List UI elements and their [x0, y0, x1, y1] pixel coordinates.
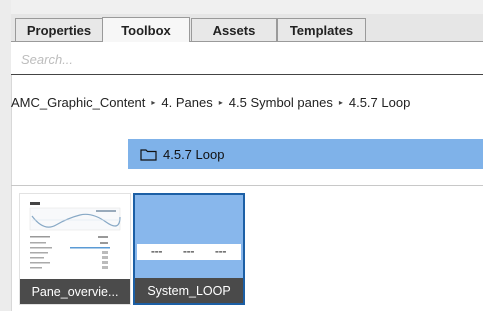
folder-item-loop[interactable]: 4.5.7 Loop: [128, 139, 483, 169]
asset-tile-pane-overview[interactable]: Pane_overvie...: [19, 193, 131, 305]
thumbnail-mark: ▬▬▬: [215, 249, 227, 254]
breadcrumb-item-loop[interactable]: 4.5.7 Loop: [349, 95, 410, 110]
folder-icon: [140, 148, 157, 161]
breadcrumb-item-panes[interactable]: 4. Panes: [161, 95, 212, 110]
system-loop-thumbnail: ▬▬▬ ▬▬▬ ▬▬▬: [137, 244, 241, 260]
divider: [11, 185, 483, 186]
breadcrumb-separator-icon: ▸: [218, 97, 223, 107]
breadcrumb-item-symbol-panes[interactable]: 4.5 Symbol panes: [229, 95, 333, 110]
thumbnail-mark: ▬▬▬: [151, 249, 163, 254]
tab-assets[interactable]: Assets: [191, 18, 277, 41]
toolbox-panel: Properties Toolbox Assets Templates AMC_…: [0, 0, 483, 311]
tab-templates[interactable]: Templates: [277, 18, 366, 41]
folder-label: 4.5.7 Loop: [163, 146, 225, 162]
tile-caption: System_LOOP: [135, 278, 243, 303]
pane-overview-thumbnail: [26, 198, 124, 276]
tab-properties[interactable]: Properties: [15, 18, 103, 41]
tab-toolbox[interactable]: Toolbox: [102, 17, 190, 42]
tab-bar: Properties Toolbox Assets Templates: [11, 14, 483, 42]
breadcrumb-separator-icon: ▸: [338, 97, 343, 107]
thumbnail-mark: ▬▬▬: [183, 249, 195, 254]
panel-header-strip: [11, 0, 483, 14]
tile-caption: Pane_overvie...: [20, 279, 130, 304]
asset-tile-system-loop[interactable]: ▬▬▬ ▬▬▬ ▬▬▬ System_LOOP: [133, 193, 245, 305]
search-input[interactable]: [19, 48, 423, 70]
search-row: [11, 42, 483, 75]
breadcrumb-item-amc-graphic-content[interactable]: AMC_Graphic_Content: [11, 95, 145, 110]
breadcrumb-separator-icon: ▸: [151, 97, 156, 107]
breadcrumb: AMC_Graphic_Content ▸ 4. Panes ▸ 4.5 Sym…: [11, 92, 410, 112]
